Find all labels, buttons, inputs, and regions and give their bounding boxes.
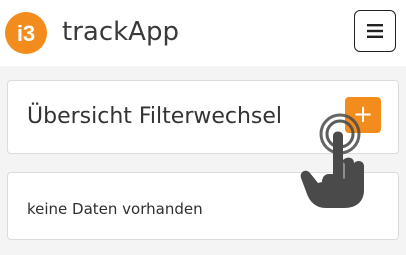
svg-text:i3: i3 [17,21,35,46]
page-title: Übersicht Filterwechsel [27,104,283,129]
page: i3 trackApp Übersicht Filterwechsel + ke… [0,0,406,255]
app-logo-icon: i3 [5,12,47,54]
empty-state-message: keine Daten vorhanden [27,200,203,218]
tap-hand-icon [300,113,365,208]
menu-button[interactable] [354,10,396,52]
top-bar: i3 trackApp [0,0,406,66]
app-name: trackApp [62,17,179,47]
hamburger-menu-icon [367,24,383,38]
